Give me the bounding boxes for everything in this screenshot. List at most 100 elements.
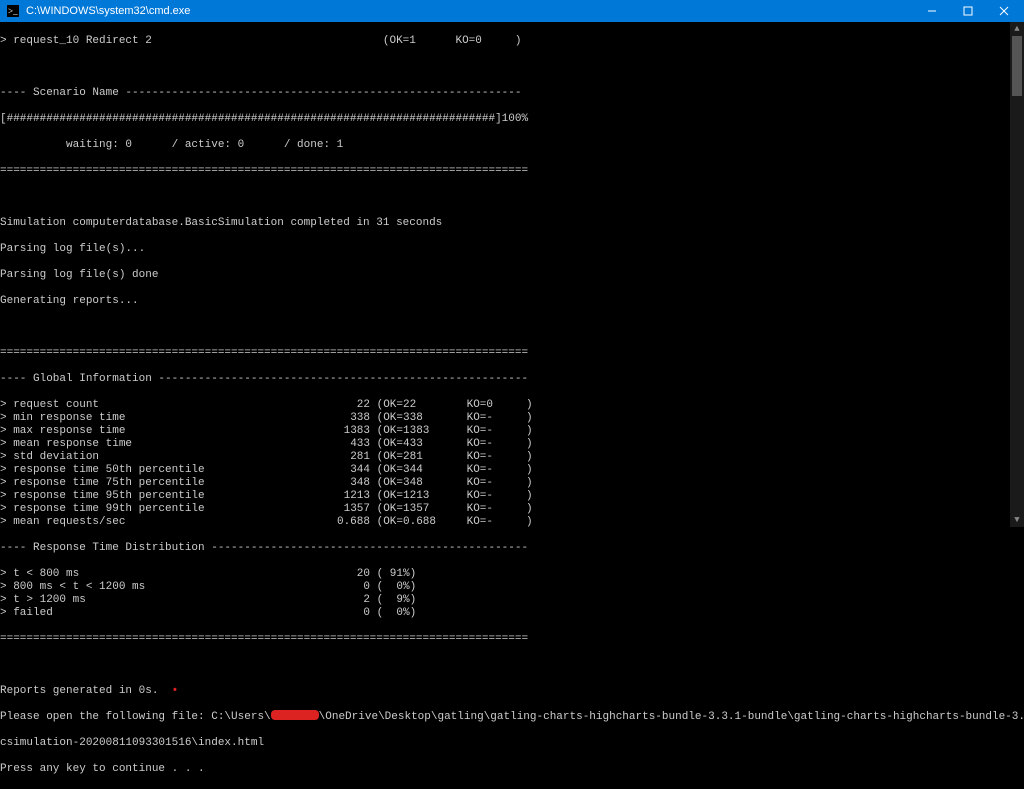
red-dot-icon: • (172, 685, 179, 697)
stat-ok: (OK=0.688 (370, 516, 460, 529)
stat-label: > response time 50th percentile (0, 464, 330, 477)
dist-label: > 800 ms < t < 1200 ms (0, 581, 330, 594)
scrollbar-thumb[interactable] (1012, 36, 1022, 96)
stat-ok: (OK=338 (370, 412, 460, 425)
stat-ok: (OK=1357 (370, 503, 460, 516)
close-button[interactable] (986, 0, 1022, 22)
blank-line (0, 61, 1020, 74)
dist-label: > t < 800 ms (0, 568, 330, 581)
stat-ko: KO=0 ) (460, 399, 510, 412)
dist-value: 0 (330, 607, 370, 620)
stat-label: > mean response time (0, 438, 330, 451)
redacted-username (271, 710, 319, 720)
dist-value: 0 (330, 581, 370, 594)
stat-value: 1357 (330, 503, 370, 516)
stats-row: > response time 50th percentile344 (OK=3… (0, 464, 1020, 477)
open-file-line-1: Please open the following file: C:\Users… (0, 711, 1020, 724)
dist-row: > failed0 ( 0%) (0, 607, 1020, 620)
dist-pct: ( 9%) (370, 594, 416, 606)
stat-value: 338 (330, 412, 370, 425)
scroll-down-arrow-icon[interactable]: ▼ (1010, 513, 1024, 527)
simulation-line: Simulation computerdatabase.BasicSimulat… (0, 217, 1020, 230)
stat-value: 281 (330, 451, 370, 464)
stat-label: > min response time (0, 412, 330, 425)
stat-ok: (OK=433 (370, 438, 460, 451)
dist-pct: ( 91%) (370, 568, 416, 580)
gen-time-text: Reports generated in 0s. (0, 685, 158, 697)
dist-row: > 800 ms < t < 1200 ms0 ( 0%) (0, 581, 1020, 594)
parsing-line-2: Parsing log file(s) done (0, 269, 1020, 282)
scroll-up-arrow-icon[interactable]: ▲ (1010, 22, 1024, 36)
stats-row: > mean requests/sec0.688 (OK=0.688 KO=- … (0, 516, 1020, 529)
vertical-scrollbar[interactable]: ▲ ▼ (1010, 22, 1024, 527)
stat-ko: KO=- ) (460, 516, 510, 529)
ruler-line: ========================================… (0, 633, 1020, 646)
stat-value: 0.688 (330, 516, 370, 529)
dist-value: 2 (330, 594, 370, 607)
stats-row: > request count22 (OK=22 KO=0 ) (0, 399, 1020, 412)
stat-value: 348 (330, 477, 370, 490)
dist-label: > failed (0, 607, 330, 620)
blank-line (0, 191, 1020, 204)
minimize-button[interactable] (914, 0, 950, 22)
dist-header: ---- Response Time Distribution --------… (0, 542, 1020, 555)
stat-value: 433 (330, 438, 370, 451)
window-titlebar: >_ C:\WINDOWS\system32\cmd.exe (0, 0, 1024, 22)
stat-ko: KO=- ) (460, 425, 510, 438)
stat-ok: (OK=1383 (370, 425, 460, 438)
counts-line: waiting: 0 / active: 0 / done: 1 (0, 139, 1020, 152)
stats-row: > std deviation281 (OK=281 KO=- ) (0, 451, 1020, 464)
scenario-header: ---- Scenario Name ---------------------… (0, 87, 1020, 100)
stat-value: 1383 (330, 425, 370, 438)
stat-ko: KO=- ) (460, 464, 510, 477)
stat-ko: KO=- ) (460, 503, 510, 516)
open-prefix: Please open the following file: C:\Users… (0, 711, 271, 723)
window-title: C:\WINDOWS\system32\cmd.exe (26, 5, 190, 17)
stat-ko: KO=- ) (460, 451, 510, 464)
stat-label: > mean requests/sec (0, 516, 330, 529)
svg-text:>_: >_ (8, 6, 18, 16)
open-middle: \OneDrive\Desktop\gatling\gatling-charts… (319, 711, 1024, 723)
dist-label: > t > 1200 ms (0, 594, 330, 607)
blank-line (0, 321, 1020, 334)
ruler-line: ========================================… (0, 347, 1020, 360)
stats-row: > mean response time433 (OK=433 KO=- ) (0, 438, 1020, 451)
stat-ok: (OK=1213 (370, 490, 460, 503)
window-controls (914, 0, 1022, 22)
stat-value: 344 (330, 464, 370, 477)
stat-label: > response time 75th percentile (0, 477, 330, 490)
stat-label: > request count (0, 399, 330, 412)
stat-label: > max response time (0, 425, 330, 438)
open-file-line-2: csimulation-20200811093301516\index.html (0, 737, 1020, 750)
progress-bar-line: [#######################################… (0, 113, 1020, 126)
stat-value: 22 (330, 399, 370, 412)
dist-pct: ( 0%) (370, 607, 416, 619)
dist-pct: ( 0%) (370, 581, 416, 593)
stat-ko: KO=- ) (460, 412, 510, 425)
dist-row: > t > 1200 ms2 ( 9%) (0, 594, 1020, 607)
blank-line (0, 659, 1020, 672)
press-any-key-line: Press any key to continue . . . (0, 763, 1020, 776)
stat-value: 1213 (330, 490, 370, 503)
reports-generated-line: Reports generated in 0s. • (0, 685, 1020, 698)
scrollbar-track[interactable] (1010, 36, 1024, 513)
generating-line: Generating reports... (0, 295, 1020, 308)
stat-ok: (OK=348 (370, 477, 460, 490)
terminal-output[interactable]: > request_10 Redirect 2 (OK=1 KO=0 ) ---… (0, 22, 1024, 789)
stat-ok: (OK=281 (370, 451, 460, 464)
stat-label: > std deviation (0, 451, 330, 464)
ruler-line: ========================================… (0, 165, 1020, 178)
dist-value: 20 (330, 568, 370, 581)
request-line: > request_10 Redirect 2 (OK=1 KO=0 ) (0, 35, 1020, 48)
stats-row: > response time 95th percentile1213 (OK=… (0, 490, 1020, 503)
stat-ok: (OK=344 (370, 464, 460, 477)
stat-ko: KO=- ) (460, 477, 510, 490)
stats-row: > min response time338 (OK=338 KO=- ) (0, 412, 1020, 425)
maximize-button[interactable] (950, 0, 986, 22)
stat-label: > response time 95th percentile (0, 490, 330, 503)
parsing-line-1: Parsing log file(s)... (0, 243, 1020, 256)
app-icon: >_ (6, 4, 20, 18)
stats-row: > response time 99th percentile1357 (OK=… (0, 503, 1020, 516)
stat-ko: KO=- ) (460, 490, 510, 503)
titlebar-left: >_ C:\WINDOWS\system32\cmd.exe (6, 4, 190, 18)
